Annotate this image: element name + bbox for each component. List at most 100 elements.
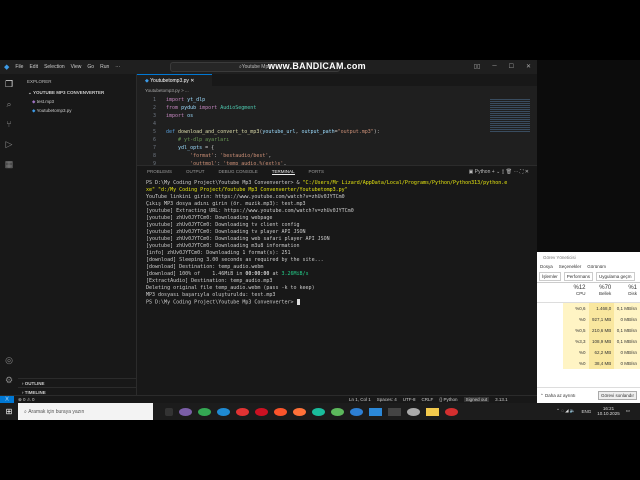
process-row[interactable]: %0,5 210,6 MB 0,1 MB/sn <box>537 325 640 336</box>
search-icon[interactable]: ⌕ <box>0 94 18 114</box>
tab-problems[interactable]: PROBLEMS <box>147 169 172 175</box>
app-icon[interactable] <box>312 407 325 416</box>
folder-header[interactable]: ⌄ YOUTUBE MP3 CONVENVERTER <box>18 89 136 97</box>
tm-column-header[interactable]: %1 Disk <box>614 283 640 302</box>
code-token: ydl_opts <box>166 145 203 151</box>
language-indicator[interactable]: ENG <box>581 409 591 414</box>
tab-terminal[interactable]: TERMINAL <box>271 169 295 175</box>
file-explorer-icon[interactable] <box>426 407 439 416</box>
status-bar: ⟩⟨ ⊗ 0 ⚠ 0 Ln 1, Col 1 Spaces: 4 UTF-8 CRLF… <box>0 395 537 404</box>
terminal-line: [youtube] Extracting URL: https://www.yo… <box>146 208 354 214</box>
explorer-icon[interactable]: ❐ <box>0 74 18 94</box>
status-item[interactable]: {} Python <box>439 397 457 402</box>
menu-file[interactable]: File <box>15 64 23 70</box>
tab-output[interactable]: OUTPUT <box>186 169 205 175</box>
tm-tab[interactable]: Performans <box>563 272 594 281</box>
status-item[interactable]: UTF-8 <box>403 397 416 402</box>
status-item[interactable]: 3.13.1 <box>495 397 508 402</box>
account-icon[interactable]: ◎ <box>0 350 18 370</box>
notification-icon[interactable]: ▭ <box>626 408 630 414</box>
tm-column-header[interactable]: %70 Bellek <box>589 283 615 302</box>
chrome-icon[interactable] <box>198 407 211 416</box>
vscode-taskbar-icon[interactable] <box>369 407 382 416</box>
task-view-icon[interactable] <box>165 407 173 416</box>
process-row[interactable]: %0 927,1 MB 0 MB/sn <box>537 314 640 325</box>
opera-icon[interactable] <box>255 407 268 416</box>
fewer-details-button[interactable]: ⌃ Daha az ayrıntı <box>540 393 576 399</box>
process-cell: 108,9 MB <box>588 336 615 347</box>
tm-menu[interactable]: Seçenekler <box>559 264 582 269</box>
chrome-icon[interactable] <box>179 407 192 416</box>
tm-spacer <box>537 314 563 325</box>
source-control-icon[interactable]: ⑂ <box>0 114 18 134</box>
tray-icons[interactable]: ⌃ ◌ ◢ 🔈 <box>556 408 575 414</box>
process-cell: %0 <box>562 358 589 369</box>
process-row[interactable]: %0 62,2 MB 0 MB/sn <box>537 347 640 358</box>
status-item[interactable]: CRLF <box>422 397 434 402</box>
breadcrumb[interactable]: Youtubetomp3.py > ... <box>145 88 189 93</box>
minimize-icon[interactable]: ─ <box>492 63 496 70</box>
tm-menu[interactable]: Dosya <box>540 264 553 269</box>
header-label: Disk <box>628 291 637 296</box>
bandicam-icon[interactable] <box>445 407 458 416</box>
maximize-icon[interactable]: ☐ <box>509 63 514 70</box>
menu-run[interactable]: Run <box>100 64 109 70</box>
terminal-line: [download] Sleeping 3.00 seconds as requ… <box>146 257 324 263</box>
status-item[interactable]: Spaces: 4 <box>377 397 397 402</box>
tm-tab[interactable]: İşlemler <box>539 272 561 281</box>
edge-icon[interactable] <box>217 407 230 416</box>
app-icon[interactable] <box>350 407 363 416</box>
terminal-output[interactable]: PS D:\My Coding Project\Youtube Mp3 Conv… <box>137 178 537 308</box>
process-cell: 0,1 MB/sn <box>614 325 640 336</box>
close-icon[interactable]: ✕ <box>526 63 531 70</box>
code-token: , <box>268 153 272 159</box>
app-icon[interactable] <box>407 407 420 416</box>
process-row[interactable]: %0,61.468,0 MB0,1 MB/sn <box>537 303 640 322</box>
explorer-title: EXPLORER <box>27 79 52 84</box>
tm-tab[interactable]: Uygulama geçm <box>596 272 635 281</box>
code-line: 6 # yt-dlp ayarları <box>137 136 537 144</box>
gear-icon[interactable]: ⚙ <box>0 370 18 390</box>
tm-spacer <box>537 347 563 358</box>
menu-edit[interactable]: Edit <box>29 64 38 70</box>
tm-spacer <box>537 358 563 369</box>
terminal-line: PS D:\My Coding Project\Youtube Mp3 Conv… <box>146 299 528 306</box>
process-row[interactable]: %3,3 108,9 MB 0,1 MB/sn <box>537 336 640 347</box>
process-row[interactable]: %0 38,4 MB 0 MB/sn <box>537 358 640 369</box>
menu-view[interactable]: View <box>71 64 82 70</box>
firefox-icon[interactable] <box>293 407 306 416</box>
tab-youtubetomp3[interactable]: ◆ Youtubetomp3.py ✕ <box>137 74 212 86</box>
status-item[interactable]: Ln 1, Col 1 <box>349 397 371 402</box>
brave-icon[interactable] <box>274 407 287 416</box>
file-item[interactable]: ◆ test.mp3 <box>18 97 136 106</box>
menu-go[interactable]: Go <box>87 64 94 70</box>
process-cell: 0,1 MB/sn <box>614 336 640 347</box>
terminal-line: [download] Destination: temp_audio.webm <box>146 264 264 270</box>
layout-icon[interactable]: ▯▯ <box>474 63 481 70</box>
terminal-cursor <box>296 299 300 305</box>
app-icon[interactable] <box>331 407 344 416</box>
file-item[interactable]: ◆ Youtubetomp3.py <box>18 106 136 115</box>
tab-ports[interactable]: PORTS <box>309 169 324 175</box>
terminal-icon[interactable] <box>388 407 401 416</box>
clock[interactable]: 16:21 10.10.2025 <box>597 406 620 416</box>
extensions-icon[interactable]: ▦ <box>0 154 18 174</box>
windows-start-icon[interactable]: ⊞ <box>0 407 18 416</box>
terminal-line: xe" "d:/My Coding Project/Youtube Mp3 Co… <box>146 187 348 193</box>
menu-[interactable]: ··· <box>115 64 120 70</box>
code-token: = { <box>202 145 215 151</box>
run-debug-icon[interactable]: ▷ <box>0 134 18 154</box>
terminal-shell[interactable]: ▣ Python + ⌄ ▯ 🗑 ⋯ ⛶ ✕ <box>469 169 529 175</box>
process-cell: %0 <box>562 314 589 325</box>
taskbar-search[interactable]: ⌕ Aramak için buraya yazın <box>18 403 153 420</box>
menu-selection[interactable]: Selection <box>44 64 65 70</box>
tm-column-header[interactable]: %12 CPU <box>563 283 589 302</box>
tab-debug-console[interactable]: DEBUG CONSOLE <box>219 169 258 175</box>
minimap[interactable] <box>490 98 530 132</box>
status-item[interactable]: Signed out <box>463 397 490 402</box>
end-task-button[interactable]: Görevi sonlandır <box>597 391 637 400</box>
vivaldi-icon[interactable] <box>236 407 249 416</box>
tm-menu[interactable]: Görünüm <box>587 264 606 269</box>
code-editor[interactable]: 1 import yt_dlp 2 from pydub import AudioSe… <box>137 96 537 168</box>
terminal-line: Çıkış MP3 dosya adını girin (ör. muzik.m… <box>146 201 306 207</box>
